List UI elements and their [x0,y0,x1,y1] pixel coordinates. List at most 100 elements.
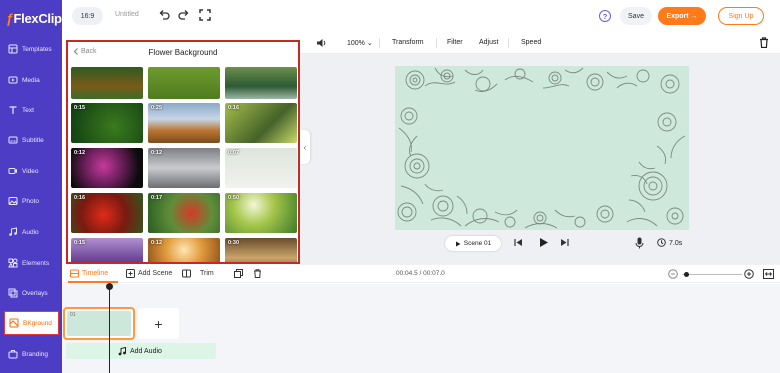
add-audio-track[interactable]: Add Audio [66,343,216,359]
scene-clip-number: 01 [70,312,76,318]
media-thumbnail[interactable]: 0:50 [225,193,297,233]
sidebar-item-label: Video [22,167,39,175]
delete-icon[interactable] [253,269,262,278]
media-icon [8,76,18,84]
scene-clip-thumbnail: 01 [67,311,131,336]
zoom-value: 100% [347,40,365,47]
microphone-icon[interactable] [635,237,644,249]
tab-timeline[interactable]: Timeline [70,269,108,278]
thumbnail-duration: 0:30 [228,240,240,246]
timeline-toolbar: Timeline Add Scene Trim 00:04.5 / 00:07.… [62,265,780,283]
sidebar-item-audio[interactable]: Audio [4,220,58,244]
logo-text: FlexClip [13,10,62,26]
scene-clip[interactable]: 01 [63,307,135,340]
redo-icon[interactable] [178,9,190,21]
fit-timeline-icon[interactable] [763,269,774,279]
sidebar-item-text[interactable]: Text [4,98,58,122]
add-scene-button[interactable]: Add Scene [126,269,172,278]
text-icon [9,106,17,114]
sign-up-button[interactable]: Sign Up [718,7,764,25]
add-clip-button[interactable]: + [138,308,179,339]
floral-frame-illustration [397,67,686,229]
thumbnail-duration: 0:12 [151,150,163,156]
save-button[interactable]: Save [620,7,652,25]
media-thumbnail[interactable]: 0:17 [148,193,220,233]
add-scene-icon [126,269,135,278]
zoom-out-icon[interactable] [668,269,678,279]
add-scene-label: Add Scene [138,270,173,277]
sidebar-item-overlays[interactable]: Overlays [4,281,58,305]
video-canvas[interactable] [395,66,689,230]
media-thumbnail[interactable] [71,67,143,99]
zoom-slider-handle[interactable] [684,272,689,277]
thumbnail-duration: 0:25 [151,105,163,111]
fullscreen-icon[interactable] [199,9,211,21]
sidebar-item-bkground[interactable]: BKground [4,311,59,335]
scene-label: Scene 01 [463,240,492,247]
playhead-line[interactable] [109,289,110,373]
volume-icon[interactable] [316,38,327,48]
sidebar-item-photo[interactable]: Photo [4,189,58,213]
zoom-slider-track[interactable] [682,274,742,275]
help-icon[interactable]: ? [599,10,611,22]
sidebar-item-label: Audio [22,228,39,236]
top-bar: 16:9 Untitled ? Save Export → Sign Up [62,0,780,32]
sidebar-item-subtitle[interactable]: Subtitle [4,128,58,152]
export-button[interactable]: Export → [658,7,706,25]
media-thumbnail[interactable]: 0:12 [71,148,143,188]
sidebar-item-label: Elements [22,259,50,267]
next-icon[interactable] [560,238,569,247]
transform-button[interactable]: Transform [392,39,424,46]
flower-background-panel: Back Flower Background 0:15 0:25 0:16 0:12 0… [66,40,300,264]
sidebar-item-label: BKground [23,319,52,327]
play-icon[interactable] [538,237,549,248]
media-thumbnail[interactable]: 0:16 [225,103,297,143]
adjust-button[interactable]: Adjust [479,39,498,46]
media-thumbnail[interactable] [148,67,220,99]
trim-label: Trim [200,270,214,277]
media-thumbnail[interactable]: 0:15 [71,238,143,262]
media-thumbnail[interactable]: 0:30 [225,238,297,262]
thumbnail-duration: 0:16 [74,195,86,201]
media-thumbnail[interactable]: 0:25 [148,103,220,143]
trim-button[interactable]: Trim [182,269,214,278]
branding-icon [8,350,18,359]
toolbar-divider [436,38,437,48]
previous-icon[interactable] [514,238,523,247]
filter-button[interactable]: Filter [447,39,463,46]
collapse-panel-button[interactable]: ‹ [300,130,310,164]
timeline-icon [70,269,79,278]
subtitle-icon [8,136,18,144]
speed-button[interactable]: Speed [521,39,541,46]
undo-icon[interactable] [158,9,170,21]
sidebar-item-video[interactable]: Video [4,159,58,183]
sidebar-item-branding[interactable]: Branding [4,342,58,366]
media-thumbnail[interactable]: 0:12 [148,238,220,262]
trim-icon [182,269,191,278]
audio-icon [9,227,17,236]
project-name[interactable]: Untitled [115,11,139,18]
media-thumbnail[interactable]: 0:12 [148,148,220,188]
media-thumbnail[interactable]: 0:15 [71,103,143,143]
photo-icon [8,197,18,205]
thumbnail-duration: 0:17 [151,195,163,201]
zoom-dropdown[interactable]: 100% ⌄ [347,39,373,47]
scene-selector[interactable]: Scene 01 [445,236,501,251]
zoom-in-icon[interactable] [744,269,754,279]
sidebar-item-media[interactable]: Media [4,68,58,92]
sidebar-item-elements[interactable]: Elements [4,251,58,275]
sidebar-item-templates[interactable]: Templates [4,37,58,61]
media-thumbnail[interactable]: 0:07 [225,148,297,188]
duplicate-icon[interactable] [234,269,243,278]
scene-duration[interactable]: 7.0s [669,240,682,247]
play-small-icon [455,241,461,246]
flexclip-logo[interactable]: ƒ FlexClip [6,10,62,26]
aspect-ratio-button[interactable]: 16:9 [72,7,103,25]
thumbnail-duration: 0:50 [228,195,240,201]
player-controls: Scene 01 7.0s [300,233,780,255]
media-thumbnail[interactable] [225,67,297,99]
media-thumbnail[interactable]: 0:16 [71,193,143,233]
tab-timeline-label: Timeline [82,270,109,277]
sidebar-item-label: Branding [22,350,49,358]
trash-icon[interactable] [759,37,769,48]
